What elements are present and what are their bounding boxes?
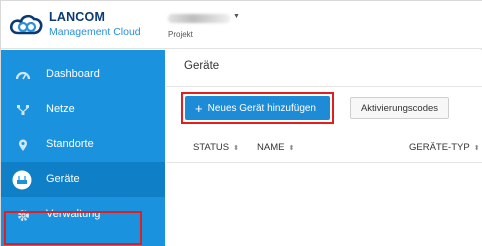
sidebar: Dashboard Netze Standorte Geräte Verwalt…: [1, 50, 165, 246]
project-label: Projekt: [168, 30, 193, 39]
dashboard-icon: [15, 67, 31, 83]
gear-icon: [15, 207, 31, 223]
location-pin-icon: [15, 137, 31, 153]
column-header-status[interactable]: STATUS ⬍: [193, 142, 239, 153]
divider: [166, 162, 482, 163]
main-content: Geräte + Neues Gerät hinzufügen Aktivier…: [166, 50, 482, 246]
network-icon: [15, 102, 31, 118]
sidebar-item-netze[interactable]: Netze: [1, 92, 165, 127]
column-header-name[interactable]: NAME ⬍: [257, 142, 294, 153]
brand-name: LANCOM: [49, 10, 106, 24]
device-icon: [12, 170, 32, 190]
sidebar-item-label: Netze: [46, 103, 75, 115]
sidebar-item-label: Geräte: [46, 173, 80, 185]
chevron-down-icon[interactable]: ▼: [233, 13, 240, 20]
cloud-logo-icon: [9, 14, 43, 35]
sidebar-item-standorte[interactable]: Standorte: [1, 127, 165, 162]
brand-subtitle: Management Cloud: [49, 26, 141, 38]
sidebar-item-label: Dashboard: [46, 68, 100, 80]
sort-icon: ⬍: [288, 145, 295, 152]
lancom-logo[interactable]: LANCOM Management Cloud: [9, 9, 159, 43]
app-window: LANCOM Management Cloud ▼ Projekt Dashbo…: [0, 0, 482, 246]
sidebar-item-verwaltung[interactable]: Verwaltung: [1, 197, 165, 232]
page-title: Geräte: [184, 60, 220, 72]
sort-icon: ⬍: [233, 145, 239, 152]
divider: [166, 86, 482, 87]
add-device-label: Neues Gerät hinzufügen: [207, 102, 316, 114]
sidebar-item-geraete[interactable]: Geräte: [1, 162, 165, 197]
top-header: LANCOM Management Cloud ▼ Projekt: [1, 1, 482, 49]
project-selector[interactable]: [168, 14, 230, 23]
sort-icon: ⬍: [473, 145, 480, 152]
column-header-device-type[interactable]: GERÄTE-TYP ⬍: [409, 142, 480, 153]
activation-codes-button[interactable]: Aktivierungscodes: [350, 97, 449, 119]
sidebar-item-dashboard[interactable]: Dashboard: [1, 57, 165, 92]
plus-icon: +: [195, 100, 203, 116]
sidebar-item-label: Standorte: [46, 138, 94, 150]
add-device-button[interactable]: + Neues Gerät hinzufügen: [185, 96, 330, 120]
sidebar-item-label: Verwaltung: [46, 208, 101, 220]
activation-codes-label: Aktivierungscodes: [360, 102, 439, 114]
